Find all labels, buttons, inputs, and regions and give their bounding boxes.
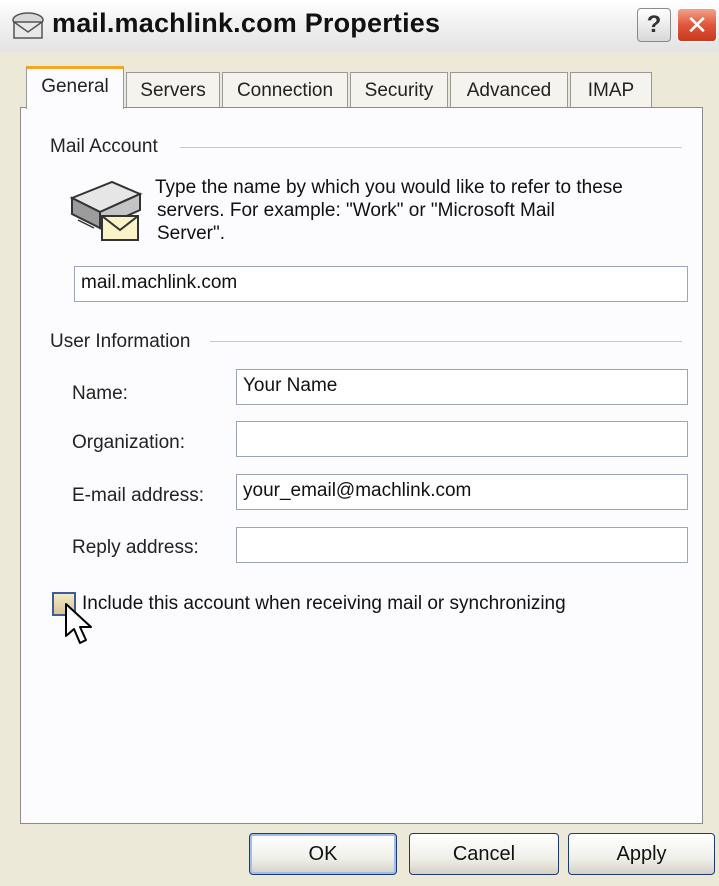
help-button[interactable]: ? xyxy=(637,8,671,42)
tab-advanced[interactable]: Advanced xyxy=(450,72,568,108)
tab-label: Advanced xyxy=(466,79,552,101)
tab-label: Connection xyxy=(236,79,334,101)
account-name-input[interactable]: mail.machlink.com xyxy=(74,266,688,302)
tab-imap[interactable]: IMAP xyxy=(570,72,652,108)
name-label: Name: xyxy=(72,383,128,404)
description-line-2: servers. For example: "Work" or "Microso… xyxy=(157,200,555,221)
mail-account-group-label: Mail Account xyxy=(50,136,166,158)
mail-server-icon xyxy=(69,180,143,241)
title-bar[interactable]: mail.machlink.com Properties ? ✕ xyxy=(0,0,719,52)
mail-account-divider xyxy=(180,147,682,148)
tab-security[interactable]: Security xyxy=(350,72,448,108)
help-icon: ? xyxy=(646,11,662,38)
email-input[interactable]: your_email@machlink.com xyxy=(236,474,688,510)
mail-account-description: Type the name by which you would like to… xyxy=(155,176,695,245)
organization-input[interactable] xyxy=(236,421,688,457)
user-info-group-label: User Information xyxy=(50,331,199,353)
mouse-pointer-icon xyxy=(65,603,92,644)
description-line-3: Server". xyxy=(157,223,225,244)
tab-label: General xyxy=(41,76,109,97)
tab-servers[interactable]: Servers xyxy=(126,72,220,108)
tab-connection[interactable]: Connection xyxy=(222,72,348,108)
tab-label: Security xyxy=(364,79,434,101)
tab-general[interactable]: General xyxy=(26,66,124,109)
user-info-divider xyxy=(210,341,682,342)
close-button[interactable]: ✕ xyxy=(677,8,717,42)
ok-button[interactable]: OK xyxy=(249,833,397,875)
tab-label: IMAP xyxy=(587,79,635,101)
cancel-button[interactable]: Cancel xyxy=(409,833,559,875)
reply-address-input[interactable] xyxy=(236,527,688,563)
mail-properties-icon xyxy=(12,12,44,39)
include-account-label[interactable]: Include this account when receiving mail… xyxy=(82,593,566,615)
reply-address-label: Reply address: xyxy=(72,537,199,558)
apply-button[interactable]: Apply xyxy=(568,833,715,875)
close-icon: ✕ xyxy=(686,9,708,40)
organization-label: Organization: xyxy=(72,432,186,453)
tab-label: Servers xyxy=(140,79,206,101)
email-label: E-mail address: xyxy=(72,485,204,506)
name-input[interactable]: Your Name xyxy=(236,369,688,405)
description-line-1: Type the name by which you would like to… xyxy=(155,177,623,198)
window-title: mail.machlink.com Properties xyxy=(52,8,441,38)
